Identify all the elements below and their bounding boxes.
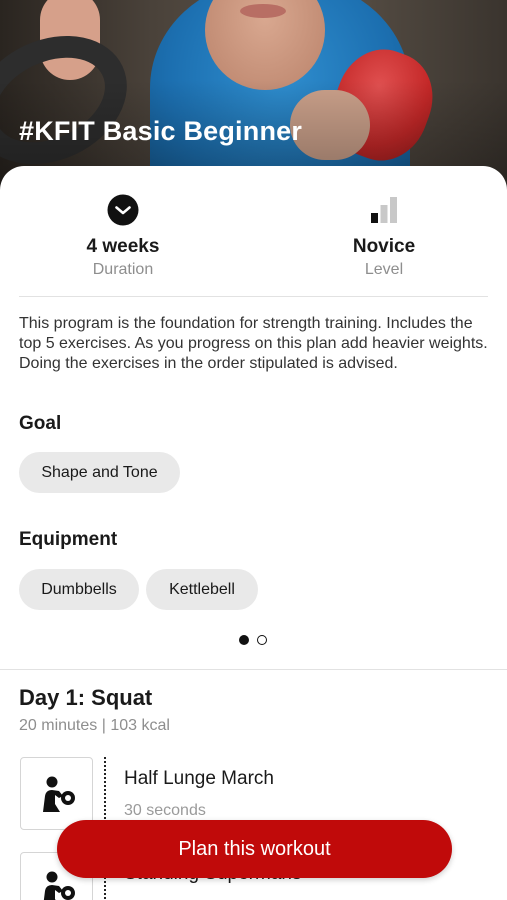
signal-bars-icon — [284, 194, 484, 226]
program-description: This program is the foundation for stren… — [19, 315, 488, 372]
page-dot-active[interactable] — [239, 635, 249, 645]
duration-value: 4 weeks — [86, 236, 160, 257]
plan-workout-button[interactable]: Plan this workout — [57, 820, 452, 878]
exercise-name[interactable]: Half Lunge March — [124, 768, 274, 790]
clock-icon — [23, 194, 223, 226]
level-label: Level — [364, 261, 404, 278]
section-divider — [0, 669, 507, 670]
equipment-heading: Equipment — [19, 529, 118, 550]
duration-stat: 4 weeks Duration — [23, 194, 223, 279]
equipment-chip-dumbbells[interactable]: Dumbbells — [19, 569, 139, 610]
exercise-thumbnail[interactable] — [20, 757, 93, 830]
program-title: #KFIT Basic Beginner — [19, 116, 303, 146]
hero-lips — [240, 4, 286, 18]
exercise-duration: 30 seconds — [124, 802, 206, 819]
goal-heading: Goal — [19, 413, 62, 434]
day-meta: 20 minutes | 103 kcal — [19, 717, 170, 734]
day-title: Day 1: Squat — [19, 685, 153, 710]
page-indicator[interactable] — [239, 635, 267, 645]
program-details-sheet[interactable]: 4 weeks Duration Novice Level This progr… — [0, 166, 507, 900]
weightlifter-icon — [42, 776, 75, 812]
level-value: Novice — [352, 236, 416, 257]
goal-chip[interactable]: Shape and Tone — [19, 452, 180, 493]
equipment-chip-kettlebell[interactable]: Kettlebell — [146, 569, 258, 610]
level-stat: Novice Level — [284, 194, 484, 279]
duration-label: Duration — [92, 261, 154, 278]
stats-divider — [19, 296, 488, 297]
page-dot-inactive[interactable] — [257, 635, 267, 645]
